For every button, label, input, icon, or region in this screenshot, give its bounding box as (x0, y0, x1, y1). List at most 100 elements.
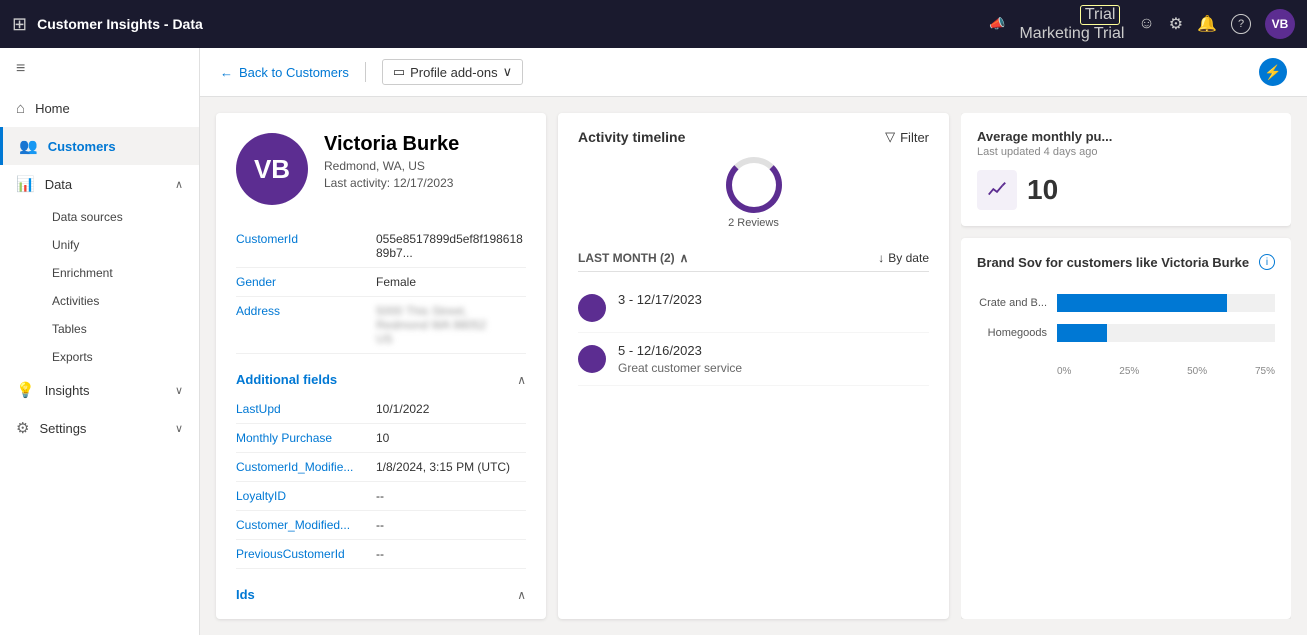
sidebar-label-customers: Customers (48, 139, 116, 154)
metric-card-subtitle: Last updated 4 days ago (977, 146, 1275, 158)
field-row-lastupd: LastUpd 10/1/2022 (236, 395, 526, 424)
profile-addons-button[interactable]: ▭ Profile add-ons ∨ (382, 59, 523, 85)
sidebar-label-insights: Insights (45, 383, 90, 398)
additional-fields-header: Additional fields ∧ (236, 362, 526, 395)
main-layout: ≡ ⌂ Home 👥 Customers 📊 Data ∧ Data sourc… (0, 48, 1307, 635)
top-right-icon: ⚡ (1259, 58, 1287, 86)
profile-header: VB Victoria Burke Redmond, WA, US Last a… (236, 133, 526, 205)
data-sub-menu: Data sources Unify Enrichment Activities… (0, 203, 199, 371)
data-icon: 📊 (16, 175, 35, 193)
activity-dot-0 (578, 294, 606, 322)
additional-fields-title: Additional fields (236, 372, 337, 387)
sidebar-item-data-sources[interactable]: Data sources (40, 203, 199, 231)
bar-row-0: Crate and B... (977, 294, 1275, 312)
insights-column: Average monthly pu... Last updated 4 day… (961, 113, 1291, 619)
metric-card-title: Average monthly pu... (977, 129, 1275, 144)
profile-avatar: VB (236, 133, 308, 205)
home-icon: ⌂ (16, 100, 25, 117)
month-chevron-icon[interactable]: ∧ (680, 251, 689, 265)
bell-icon[interactable]: 🔔 (1197, 14, 1217, 34)
activity-dot-1 (578, 345, 606, 373)
field-value-customerid-modified: 1/8/2024, 3:15 PM (UTC) (376, 460, 510, 474)
sub-header: ← Back to Customers ▭ Profile add-ons ∨ … (200, 48, 1307, 97)
field-row-monthly-purchase: Monthly Purchase 10 (236, 424, 526, 453)
sidebar-item-settings[interactable]: ⚙ Settings ∨ (0, 409, 199, 447)
help-icon[interactable]: ? (1231, 14, 1251, 34)
sidebar: ≡ ⌂ Home 👥 Customers 📊 Data ∧ Data sourc… (0, 48, 200, 635)
sidebar-item-tables[interactable]: Tables (40, 315, 199, 343)
field-value-previous-customerid: -- (376, 547, 384, 561)
field-value-lastupd: 10/1/2022 (376, 402, 429, 416)
brand-info-icon[interactable]: i (1259, 254, 1275, 270)
insights-icon: 💡 (16, 381, 35, 399)
sort-button[interactable]: ↓ By date (878, 251, 929, 265)
field-value-customerid: 055e8517899d5ef8f19861889b7... (376, 232, 526, 260)
sidebar-item-enrichment[interactable]: Enrichment (40, 259, 199, 287)
top-nav: ⊞ Customer Insights - Data 📣 Trial Marke… (0, 0, 1307, 48)
field-row-customer-modified: Customer_Modified... -- (236, 511, 526, 540)
sidebar-item-customers[interactable]: 👥 Customers (0, 127, 199, 165)
hamburger-icon[interactable]: ≡ (0, 48, 199, 90)
activity-subtitle-1: Great customer service (618, 361, 742, 375)
sidebar-item-home[interactable]: ⌂ Home (0, 90, 199, 127)
brand-chart: Crate and B... Homegoods (977, 286, 1275, 362)
brand-card: Brand Sov for customers like Victoria Bu… (961, 238, 1291, 619)
activity-card: Activity timeline ▽ Filter 2 Reviews LAS… (558, 113, 949, 619)
timeline-summary: 2 Reviews (578, 157, 929, 229)
field-row-customerid-modified: CustomerId_Modifie... 1/8/2024, 3:15 PM … (236, 453, 526, 482)
bar-track-1 (1057, 324, 1275, 342)
sidebar-label-data: Data (45, 177, 72, 192)
sidebar-item-insights[interactable]: 💡 Insights ∨ (0, 371, 199, 409)
field-row-address: Address 5000 This Street,Redmond WA 9805… (236, 297, 526, 354)
metric-number: 10 (1027, 174, 1058, 206)
nav-icons: 📣 Trial Marketing Trial ☺ ⚙ 🔔 ? VB (989, 5, 1295, 43)
content-area: ← Back to Customers ▭ Profile add-ons ∨ … (200, 48, 1307, 635)
user-avatar[interactable]: VB (1265, 9, 1295, 39)
bar-row-1: Homegoods (977, 324, 1275, 342)
whatsnew-icon[interactable]: 📣 (989, 16, 1005, 32)
sidebar-label-activities: Activities (52, 294, 99, 308)
sidebar-label-exports: Exports (52, 350, 93, 364)
back-to-customers-label: Back to Customers (239, 65, 349, 80)
field-value-monthly-purchase: 10 (376, 431, 389, 445)
bar-fill-1 (1057, 324, 1107, 342)
sidebar-label-home: Home (35, 101, 70, 116)
sort-icon: ↓ (878, 251, 884, 265)
timeline-count: 2 Reviews (728, 217, 779, 229)
field-value-gender: Female (376, 275, 416, 289)
sidebar-item-unify[interactable]: Unify (40, 231, 199, 259)
sidebar-label-data-sources: Data sources (52, 210, 123, 224)
filter-button[interactable]: ▽ Filter (885, 129, 929, 145)
activity-item-1: 5 - 12/16/2023 Great customer service (578, 333, 929, 386)
activity-title: Activity timeline (578, 129, 685, 145)
profile-addons-chevron-icon: ∨ (503, 64, 513, 80)
back-to-customers-button[interactable]: ← Back to Customers (220, 65, 349, 80)
sidebar-item-activities[interactable]: Activities (40, 287, 199, 315)
additional-fields-collapse-icon[interactable]: ∧ (517, 373, 526, 387)
activity-title-0: 3 - 12/17/2023 (618, 292, 702, 307)
lightning-icon: ⚡ (1264, 64, 1281, 81)
ids-title: Ids (236, 587, 255, 602)
app-grid-icon[interactable]: ⊞ (12, 14, 27, 35)
brand-card-title: Brand Sov for customers like Victoria Bu… (977, 255, 1249, 270)
ids-header: Ids ∧ (236, 577, 526, 610)
filter-label: Filter (900, 130, 929, 145)
sidebar-item-exports[interactable]: Exports (40, 343, 199, 371)
insights-chevron-icon: ∨ (175, 384, 183, 397)
profile-name: Victoria Burke (324, 133, 459, 156)
settings-chevron-icon: ∨ (175, 422, 183, 435)
sort-label: By date (888, 251, 929, 265)
trial-org: Trial Marketing Trial (1019, 5, 1124, 43)
settings-icon[interactable]: ⚙ (1169, 14, 1183, 34)
activity-header: Activity timeline ▽ Filter (578, 129, 929, 145)
app-title: Customer Insights - Data (37, 16, 979, 32)
ids-collapse-icon[interactable]: ∧ (517, 588, 526, 602)
profile-last-activity: Last activity: 12/17/2023 (324, 176, 459, 190)
sidebar-label-unify: Unify (52, 238, 79, 252)
bar-label-1: Homegoods (977, 327, 1047, 339)
smiley-icon[interactable]: ☺ (1138, 15, 1154, 33)
profile-card: VB Victoria Burke Redmond, WA, US Last a… (216, 113, 546, 619)
activity-title-1: 5 - 12/16/2023 (618, 343, 742, 358)
profile-addons-label: Profile add-ons (410, 65, 497, 80)
sidebar-item-data[interactable]: 📊 Data ∧ (0, 165, 199, 203)
